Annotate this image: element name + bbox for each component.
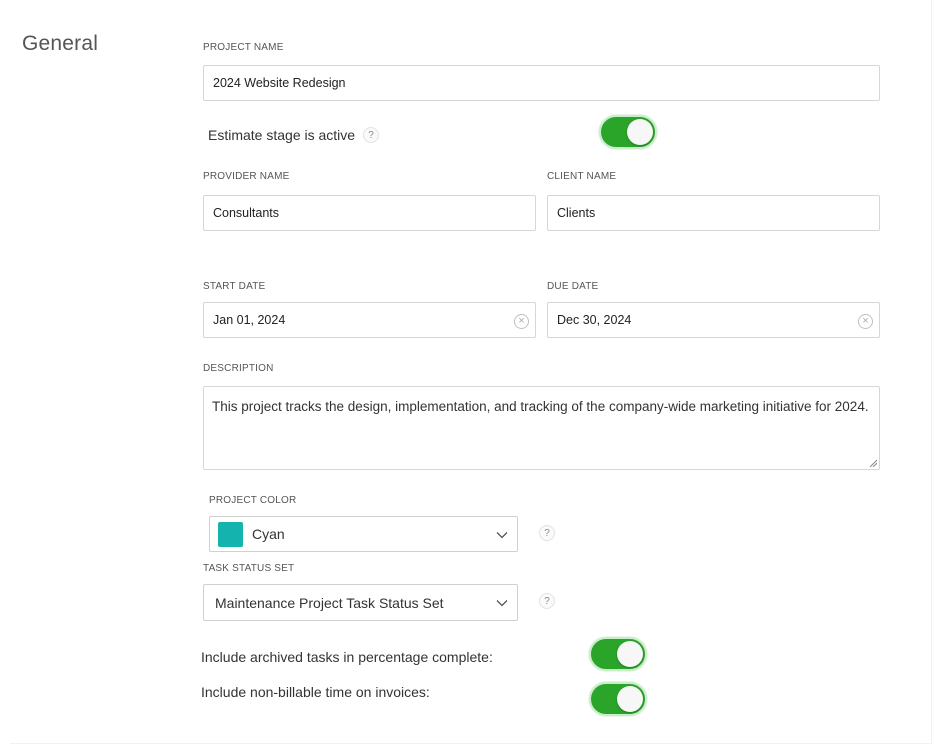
- toggle-knob: [627, 119, 653, 145]
- description-label: DESCRIPTION: [203, 363, 274, 374]
- task-status-set-help-icon[interactable]: ?: [539, 593, 555, 609]
- start-date-label: START DATE: [203, 281, 266, 292]
- task-status-set-select[interactable]: Maintenance Project Task Status Set: [203, 584, 518, 621]
- project-color-help-icon[interactable]: ?: [539, 525, 555, 541]
- project-name-value: 2024 Website Redesign: [213, 76, 346, 90]
- archived-tasks-label: Include archived tasks in percentage com…: [201, 649, 493, 665]
- project-color-value: Cyan: [252, 526, 285, 542]
- provider-name-input[interactable]: Consultants: [203, 195, 536, 231]
- general-settings-panel: [10, 0, 932, 744]
- section-title: General: [22, 32, 99, 55]
- non-billable-label: Include non-billable time on invoices:: [201, 684, 430, 700]
- project-color-select[interactable]: Cyan: [209, 516, 518, 552]
- toggle-knob: [617, 686, 643, 712]
- chevron-down-icon: [496, 600, 508, 607]
- project-name-input[interactable]: 2024 Website Redesign: [203, 65, 880, 101]
- start-date-input[interactable]: Jan 01, 2024 ×: [203, 302, 536, 338]
- description-textarea[interactable]: This project tracks the design, implemen…: [203, 386, 880, 470]
- color-swatch: [218, 521, 243, 547]
- task-status-set-label: TASK STATUS SET: [203, 563, 295, 574]
- project-name-label: PROJECT NAME: [203, 42, 284, 53]
- clear-due-date-icon[interactable]: ×: [858, 314, 873, 329]
- chevron-down-icon: [496, 532, 508, 539]
- project-color-label: PROJECT COLOR: [209, 495, 297, 506]
- due-date-input[interactable]: Dec 30, 2024 ×: [547, 302, 880, 338]
- client-name-label: CLIENT NAME: [547, 171, 617, 182]
- resize-grip-icon[interactable]: [869, 459, 877, 467]
- estimate-stage-toggle[interactable]: [599, 115, 657, 149]
- estimate-stage-label: Estimate stage is active: [208, 127, 356, 143]
- task-status-set-value: Maintenance Project Task Status Set: [215, 594, 444, 611]
- estimate-stage-help-icon[interactable]: ?: [363, 127, 379, 143]
- due-date-value: Dec 30, 2024: [557, 313, 632, 327]
- client-name-input[interactable]: Clients: [547, 195, 880, 231]
- toggle-knob: [617, 641, 643, 667]
- due-date-label: DUE DATE: [547, 281, 599, 292]
- clear-start-date-icon[interactable]: ×: [514, 314, 529, 329]
- provider-name-value: Consultants: [213, 206, 280, 220]
- description-value: This project tracks the design, implemen…: [212, 399, 869, 414]
- provider-name-label: PROVIDER NAME: [203, 171, 290, 182]
- start-date-value: Jan 01, 2024: [213, 313, 286, 327]
- client-name-value: Clients: [557, 206, 596, 220]
- archived-tasks-toggle[interactable]: [589, 637, 647, 671]
- non-billable-toggle[interactable]: [589, 682, 647, 716]
